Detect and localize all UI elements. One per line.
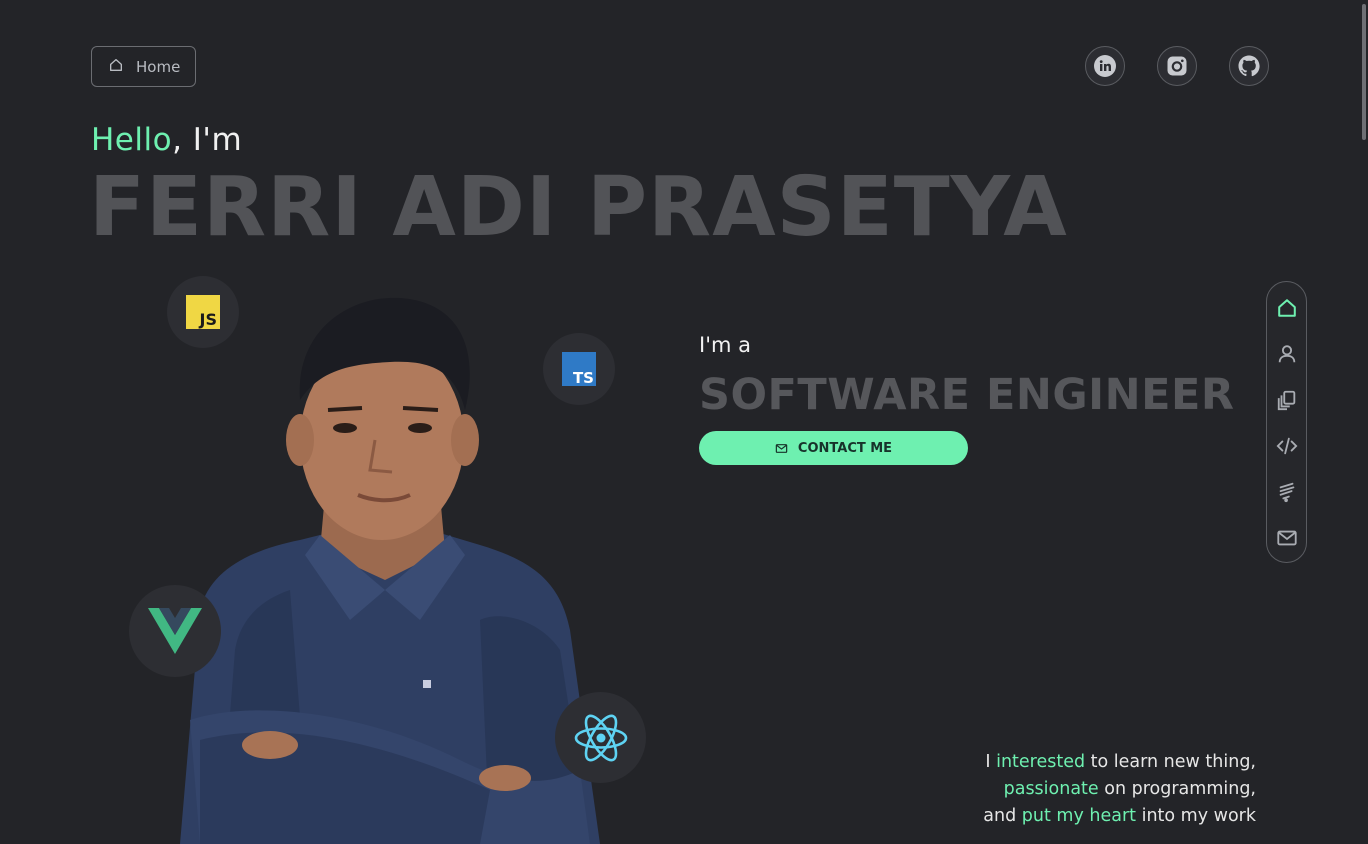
side-nav-portfolio[interactable] [1275, 388, 1299, 412]
bio-highlight: interested [996, 752, 1086, 772]
instagram-button[interactable] [1157, 46, 1197, 86]
side-nav-contact[interactable] [1275, 526, 1299, 550]
home-icon [108, 57, 124, 77]
linkedin-icon [1094, 55, 1116, 77]
contact-me-label: CONTACT ME [797, 440, 893, 456]
react-icon [574, 714, 627, 761]
bio-text-fragment: to learn new thing, [1085, 752, 1256, 772]
bio-highlight: put my heart [1021, 806, 1137, 826]
typescript-label: TS [573, 369, 594, 386]
react-badge [555, 692, 646, 783]
side-nav [1266, 281, 1307, 563]
contact-me-button[interactable]: CONTACT ME [699, 431, 968, 465]
mail-icon [775, 443, 788, 453]
typescript-icon: TS [562, 352, 596, 386]
bio-text-fragment: into my work [1136, 806, 1256, 826]
vue-icon [148, 608, 202, 654]
user-icon [1278, 345, 1295, 363]
role-title: SOFTWARE ENGINEER [699, 370, 1235, 420]
bio-text-fragment: I [985, 752, 997, 772]
side-nav-code[interactable] [1275, 434, 1299, 458]
greeting: Hello, I'm [91, 122, 242, 158]
javascript-label: JS [199, 310, 217, 329]
typescript-badge: TS [543, 333, 615, 405]
linkedin-button[interactable] [1085, 46, 1125, 86]
bio-text-fragment: and [983, 806, 1022, 826]
copy-icon [1277, 390, 1295, 411]
page: Home Hello, I'm FERRI ADI PRASETYA JS TS… [0, 0, 1368, 844]
bio-line-3: and put my heart into my work [983, 803, 1256, 830]
instagram-icon [1167, 56, 1187, 76]
bio-line-2: passionate on programming, [983, 776, 1256, 803]
greeting-hello: Hello [91, 122, 173, 158]
skills-icon [1279, 482, 1294, 503]
bio-line-1: I interested to learn new thing, [983, 749, 1256, 776]
github-icon [1238, 55, 1260, 77]
side-nav-about[interactable] [1275, 342, 1299, 366]
scrollbar[interactable] [1360, 0, 1368, 844]
mail-icon [1276, 530, 1297, 546]
side-nav-home[interactable] [1275, 296, 1299, 320]
bio-highlight: passionate [1003, 779, 1099, 799]
code-icon [1276, 437, 1297, 455]
javascript-icon: JS [186, 295, 220, 329]
github-button[interactable] [1229, 46, 1269, 86]
home-button[interactable]: Home [91, 46, 196, 87]
vue-badge [129, 585, 221, 677]
home-icon [1277, 299, 1296, 317]
greeting-rest: , I'm [172, 122, 243, 158]
bio-text-fragment: on programming, [1098, 779, 1256, 799]
home-button-label: Home [136, 57, 181, 76]
side-nav-skills[interactable] [1275, 480, 1299, 504]
javascript-badge: JS [167, 276, 239, 348]
role-intro: I'm a [699, 333, 751, 357]
page-title: FERRI ADI PRASETYA [89, 160, 1068, 255]
bio-text: I interested to learn new thing, passion… [983, 749, 1256, 830]
scrollbar-thumb[interactable] [1362, 4, 1366, 140]
